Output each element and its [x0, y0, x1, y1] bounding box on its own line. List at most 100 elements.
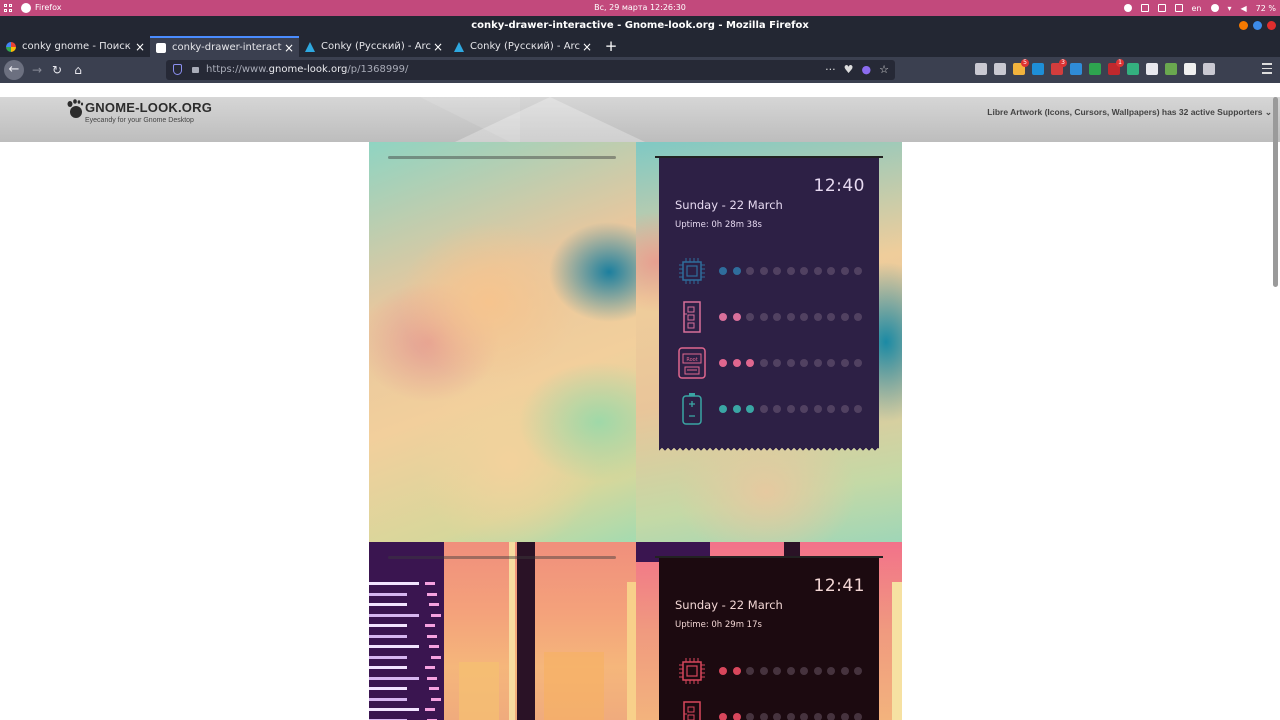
dot-empty [813, 405, 822, 413]
minimize-button[interactable] [1239, 21, 1248, 30]
extension-badge: 1 [1116, 59, 1124, 67]
tab-conky-drawer[interactable]: conky-drawer-interactiv × [150, 36, 299, 57]
close-tab-icon[interactable]: × [580, 40, 594, 54]
tab-arch-wiki-2[interactable]: Conky (Русский) - ArchV × [448, 36, 597, 57]
close-tab-icon[interactable]: × [133, 40, 147, 54]
tracking-protection-shield-icon[interactable] [173, 64, 182, 75]
screenshot-tile-glitch[interactable] [369, 542, 636, 720]
dot-empty [773, 405, 781, 413]
battery-level[interactable]: 72 % [1256, 4, 1276, 13]
dot-empty [854, 713, 862, 720]
window-title-bar: conky-drawer-interactive - Gnome-look.or… [0, 16, 1280, 35]
clipboard-icon[interactable] [1140, 4, 1149, 12]
usb-icon[interactable] [1157, 4, 1166, 12]
tab-arch-wiki-1[interactable]: Conky (Русский) - ArchV × [299, 36, 448, 57]
skype-icon[interactable] [1032, 63, 1044, 75]
back-button[interactable]: ← [4, 60, 24, 80]
screenshot-tile-wallpaper[interactable] [369, 142, 636, 542]
cpu-icon [677, 254, 707, 288]
dot-empty [759, 359, 768, 367]
conky-row-battery [677, 392, 867, 426]
pocket-icon[interactable]: ♥ [844, 63, 854, 76]
apps-icon[interactable] [1146, 63, 1158, 75]
dot-filled [719, 713, 727, 720]
system-clock[interactable]: Вс, 29 марта 12:26:30 [0, 3, 1280, 12]
dot-filled [719, 405, 727, 413]
dict-icon[interactable] [1089, 63, 1101, 75]
site-tagline: Eyecandy for your Gnome Desktop [85, 117, 194, 124]
dot-empty [759, 713, 768, 720]
tab-google-search[interactable]: conky gnome - Поиск в × [0, 36, 150, 57]
close-tab-icon[interactable]: × [431, 40, 445, 54]
home-button[interactable]: ⌂ [69, 61, 87, 79]
dot-empty [800, 359, 808, 367]
dot-empty [746, 267, 754, 275]
dot-empty [840, 713, 849, 720]
gnome-foot-icon[interactable] [66, 99, 84, 119]
dot-filled [719, 267, 727, 275]
dot-empty [840, 359, 849, 367]
volume-icon[interactable]: ◀ [1241, 4, 1247, 13]
dot-empty [786, 359, 795, 367]
site-logo-text[interactable]: GNOME-LOOK.ORG [85, 100, 212, 115]
url-actions: ··· ♥ ● ☆ [825, 63, 889, 76]
url-bar[interactable]: https://www.gnome-look.org/p/1368999/ ··… [166, 60, 895, 80]
usage-level-dots [719, 667, 862, 675]
dot-empty [800, 405, 808, 413]
usage-level-dots [719, 713, 862, 720]
dot-filled [732, 405, 741, 413]
conky-date: Sunday - 22 March [675, 598, 783, 612]
new-tab-button[interactable]: + [604, 36, 618, 56]
extension-badge: 5 [1021, 59, 1029, 67]
lock-icon[interactable] [192, 67, 199, 73]
download-icon[interactable] [1165, 63, 1177, 75]
menu-hamburger-icon[interactable] [1262, 63, 1272, 75]
bookmark-star-button[interactable]: ☆ [879, 63, 889, 76]
keyboard-layout-indicator[interactable]: en [1192, 4, 1202, 13]
cloud-icon[interactable] [1070, 63, 1082, 75]
tab-label: Conky (Русский) - ArchV [321, 41, 431, 52]
drawer-handle [388, 556, 616, 559]
ublock-icon[interactable]: 1 [1108, 59, 1124, 75]
conky-row-cpu [677, 654, 867, 688]
extension-icon[interactable]: ● [862, 63, 872, 76]
page-scrollbar[interactable] [1273, 97, 1278, 287]
google-icon[interactable] [1210, 4, 1219, 12]
screenshot-tile-conky-dark[interactable]: 12:41 Sunday - 22 March Uptime: 0h 29m 1… [636, 542, 902, 720]
weather-icon[interactable]: 5 [1013, 59, 1029, 75]
site-header: GNOME-LOOK.ORG Eyecandy for your Gnome D… [0, 97, 1280, 142]
supporters-dropdown[interactable]: Libre Artwork (Icons, Cursors, Wallpaper… [987, 107, 1272, 118]
url-text[interactable]: https://www.gnome-look.org/p/1368999/ [206, 64, 408, 75]
memory-icon [677, 300, 707, 334]
forward-button[interactable]: → [28, 61, 46, 79]
dot-empty [827, 667, 835, 675]
page-actions-button[interactable]: ··· [825, 63, 836, 76]
screenshot-tile-conky-purple[interactable]: 12:40 Sunday - 22 March Uptime: 0h 28m 3… [636, 142, 902, 542]
close-tab-icon[interactable]: × [282, 41, 296, 55]
reader-icon[interactable] [994, 63, 1006, 75]
dot-empty [786, 405, 795, 413]
maximize-button[interactable] [1253, 21, 1262, 30]
refresh-icon[interactable] [1127, 63, 1139, 75]
tab-label: conky gnome - Поиск в [22, 41, 133, 52]
tab-label: conky-drawer-interactiv [172, 42, 282, 53]
tab-label: Conky (Русский) - ArchV [470, 41, 580, 52]
wifi-icon[interactable]: ▾ [1228, 4, 1232, 13]
dot-empty [854, 313, 862, 321]
reload-button[interactable]: ↻ [48, 61, 66, 79]
dot-empty [827, 713, 835, 720]
pen-icon[interactable] [1203, 63, 1215, 75]
close-window-button[interactable] [1267, 21, 1276, 30]
dot-filled [719, 667, 727, 675]
library-icon[interactable] [975, 63, 987, 75]
conky-widget: 12:40 Sunday - 22 March Uptime: 0h 28m 3… [655, 156, 883, 452]
updates-icon[interactable] [1123, 4, 1132, 12]
dot-filled [732, 713, 741, 720]
dot-empty [813, 313, 822, 321]
system-tray: en ▾ ◀ 72 % [1123, 2, 1276, 14]
dot-empty [813, 267, 822, 275]
dot-filled [732, 267, 741, 275]
gnome-icon[interactable] [1184, 63, 1196, 75]
package-icon[interactable] [1174, 4, 1183, 12]
vk-music-icon[interactable]: 3 [1051, 59, 1067, 75]
